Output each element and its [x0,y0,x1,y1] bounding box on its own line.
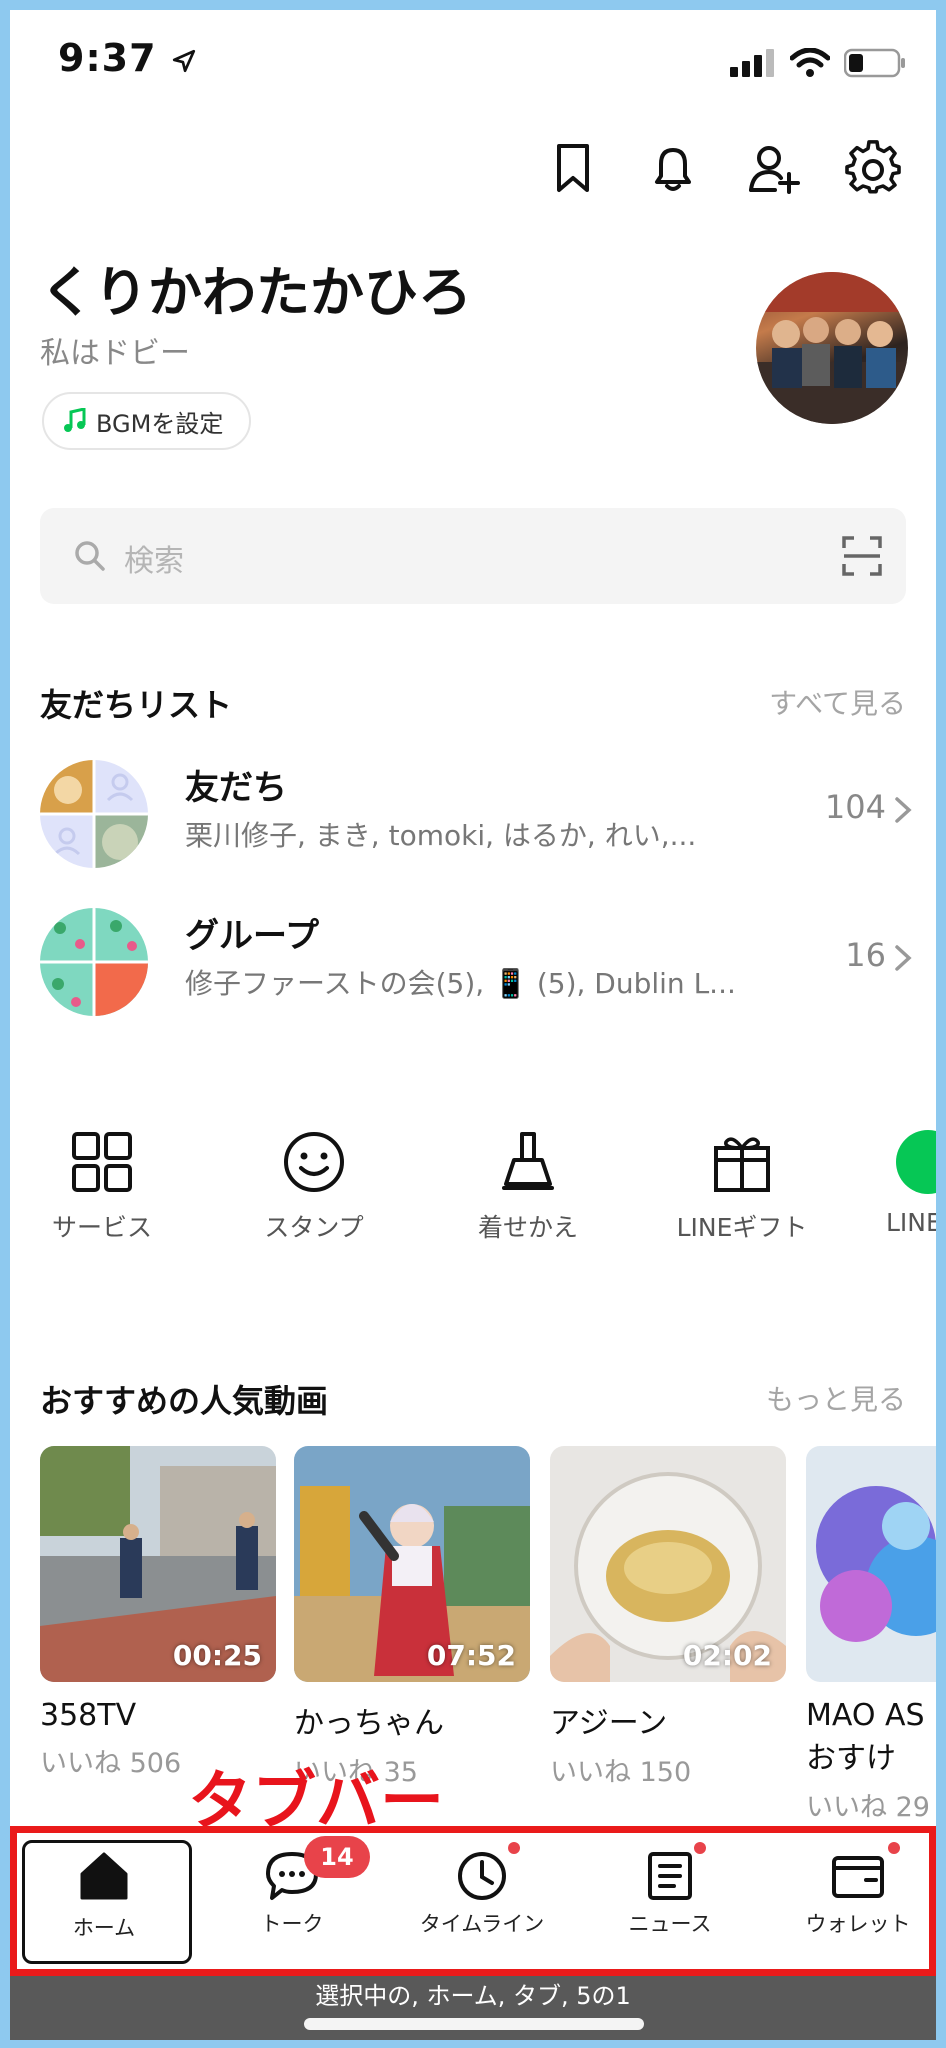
tab-talk[interactable]: 14 トーク [202,1836,382,1938]
line-app-icon [896,1130,936,1194]
service-label: LINE [886,1208,936,1237]
service-label: 着せかえ [477,1213,578,1242]
video-card[interactable]: 07:52 かっちゃん いいね 35 [294,1446,530,1789]
clock-icon [458,1852,506,1900]
notification-dot [508,1842,520,1854]
tab-label: ホーム [72,1916,136,1940]
tab-label: タイムライン [419,1912,545,1936]
news-icon [648,1852,692,1900]
voiceover-caption-text: 選択中の, ホーム, タブ, 5の1 [315,1982,631,2010]
qr-scan-icon[interactable] [842,536,882,576]
video-title: かっちゃん [294,1706,444,1741]
friends-see-all-link[interactable]: すべて見る [769,682,906,722]
video-duration: 02:02 [682,1639,772,1672]
wifi-icon [790,48,830,77]
gear-icon[interactable] [845,140,901,196]
chevron-right-icon [895,945,912,971]
videos-section-title: おすすめの人気動画 [40,1382,329,1420]
groups-thumbnail [40,908,148,1016]
service-label: スタンプ [264,1213,364,1242]
friends-thumbnail [40,760,148,868]
tab-label: ウォレット [805,1912,911,1936]
status-icons [730,48,906,78]
video-duration: 07:52 [426,1639,516,1672]
bookmark-icon[interactable] [545,140,601,196]
search-input[interactable]: 検索 [124,536,184,580]
video-subtitle: おすけ [806,1741,896,1776]
video-thumbnail: 02:02 [550,1446,786,1682]
bell-icon[interactable] [645,140,701,196]
video-thumbnail: 00:25 [40,1446,276,1682]
videos-more-link[interactable]: もっと見る [766,1378,906,1418]
friends-row[interactable]: 友だち 栗川修子, まき, tomoki, はるか, れい,... 104 [10,746,936,868]
service-line-partial[interactable]: LINE [866,1130,936,1237]
notification-dot [888,1842,900,1854]
profile-name[interactable]: くりかわたかひろ [40,248,472,327]
video-title: 358TV [40,1698,137,1733]
tab-home[interactable]: ホーム [14,1850,194,1942]
friends-row-subtitle: 栗川修子, まき, tomoki, はるか, れい,... [185,819,697,852]
service-stamps[interactable]: スタンプ [224,1130,404,1244]
video-likes: いいね 150 [550,1757,692,1788]
groups-row-subtitle: 修子ファーストの会(5), 📱 (5), Dublin L... [185,967,736,1000]
tab-timeline[interactable]: タイムライン [392,1842,572,1938]
grid-icon [72,1132,132,1192]
home-indicator[interactable] [304,2018,644,2030]
bgm-button[interactable]: BGMを設定 [42,392,252,450]
friends-row-title: 友だち [185,768,287,808]
home-icon [80,1852,128,1900]
music-note-icon [64,408,86,432]
search-bar[interactable]: 検索 [40,508,906,604]
service-themes[interactable]: 着せかえ [438,1130,618,1244]
gift-icon [714,1137,770,1192]
tab-label: トーク [260,1912,324,1936]
video-duration: 00:25 [172,1639,262,1672]
groups-row-title: グループ [185,916,319,956]
bgm-label: BGMを設定 [96,409,224,438]
video-thumbnail [806,1446,936,1682]
groups-row-count: 16 [845,936,886,974]
service-line-gift[interactable]: LINEギフト [652,1130,832,1244]
profile-avatar[interactable] [756,272,908,424]
wallet-icon [832,1856,884,1898]
video-title: MAO AS [806,1698,925,1733]
video-card[interactable]: 02:02 アジーン いいね 150 [550,1446,786,1789]
video-card[interactable]: 00:25 358TV いいね 506 [40,1446,276,1780]
cellular-signal-icon [730,49,774,77]
voiceover-caption: 選択中の, ホーム, タブ, 5の1 [10,1976,936,2040]
chevron-right-icon [895,797,912,823]
avatar-photo [756,272,908,424]
video-likes: いいね 29 [806,1792,930,1823]
location-arrow-icon [172,49,195,72]
search-icon [75,541,105,571]
video-thumbnail: 07:52 [294,1446,530,1682]
friends-section-title: 友だちリスト [40,686,233,724]
status-time: 9:37 [58,36,197,80]
tab-label: ニュース [628,1912,712,1936]
unread-badge: 14 [304,1836,370,1878]
screen: 9:37 くりかわたかひろ 私はドビー BGMを設定 検索 友だちリスト すべて… [10,10,936,2040]
add-friend-icon[interactable] [745,140,801,196]
notification-dot [694,1842,706,1854]
profile-status-message[interactable]: 私はドビー [40,328,190,372]
brush-icon [502,1132,554,1190]
video-title: アジーン [550,1706,668,1741]
battery-icon [844,48,905,78]
service-label: サービス [51,1213,152,1242]
tab-wallet[interactable]: ウォレット [768,1842,936,1938]
friends-row-count: 104 [824,788,886,826]
tab-news[interactable]: ニュース [580,1842,760,1938]
service-label: LINEギフト [676,1213,808,1242]
service-services[interactable]: サービス [12,1130,192,1244]
video-card[interactable]: MAO AS おすけ いいね 29 [806,1446,936,1824]
smiley-icon [284,1132,344,1192]
groups-row[interactable]: グループ 修子ファーストの会(5), 📱 (5), Dublin L... 16 [10,894,936,1016]
